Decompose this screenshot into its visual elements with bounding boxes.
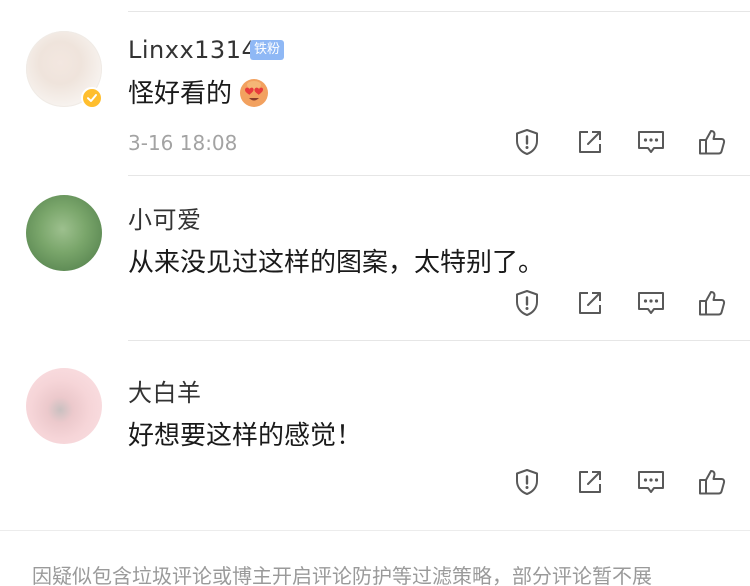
comment-icon <box>638 131 664 153</box>
like-button[interactable] <box>697 467 727 497</box>
comment-text: 好想要这样的感觉！ <box>128 421 363 451</box>
avatar[interactable] <box>26 368 102 444</box>
comment-timestamp: 3-16 18:08 <box>128 131 238 155</box>
share-button[interactable] <box>575 288 605 318</box>
like-icon <box>699 130 726 155</box>
report-button[interactable] <box>512 467 542 497</box>
fan-badge: 铁粉 <box>250 40 285 60</box>
report-button[interactable] <box>512 127 542 157</box>
comment-item: 小可爱 从来没见过这样的图案，太特别了。 <box>0 176 750 341</box>
comment-button[interactable] <box>636 127 666 157</box>
report-icon <box>516 469 538 495</box>
like-icon <box>699 291 726 316</box>
comment-list: Linxx1314 铁粉 怪好看的 3-16 18:08 小可爱 从来没见过这样… <box>0 0 750 586</box>
heart-eyes-emoji-icon <box>238 76 270 108</box>
comment-icon <box>638 292 664 314</box>
comment-button[interactable] <box>636 467 666 497</box>
share-button[interactable] <box>575 467 605 497</box>
report-button[interactable] <box>512 288 542 318</box>
share-icon <box>579 471 601 493</box>
verified-badge-icon <box>81 87 103 109</box>
comment-icon <box>638 471 664 493</box>
filter-notice: 因疑似包含垃圾评论或博主开启评论防护等过滤策略，部分评论暂不展 <box>32 564 652 586</box>
share-icon <box>579 131 601 153</box>
like-button[interactable] <box>697 127 727 157</box>
like-button[interactable] <box>697 288 727 318</box>
comment-username[interactable]: Linxx1314 <box>128 36 257 64</box>
share-button[interactable] <box>575 127 605 157</box>
comment-text-content: 怪好看的 <box>128 79 233 109</box>
share-icon <box>579 292 601 314</box>
comment-text: 从来没见过这样的图案，太特别了。 <box>128 248 545 278</box>
avatar[interactable] <box>26 195 102 271</box>
comment-text: 怪好看的 <box>128 73 270 110</box>
comment-item: 大白羊 好想要这样的感觉！ <box>0 341 750 530</box>
like-icon <box>699 470 726 495</box>
comment-button[interactable] <box>636 288 666 318</box>
report-icon <box>516 290 538 316</box>
report-icon <box>516 129 538 155</box>
comment-item: Linxx1314 铁粉 怪好看的 3-16 18:08 <box>0 0 750 175</box>
divider <box>0 530 750 531</box>
comment-username[interactable]: 大白羊 <box>128 373 202 408</box>
comment-username[interactable]: 小可爱 <box>128 200 202 235</box>
